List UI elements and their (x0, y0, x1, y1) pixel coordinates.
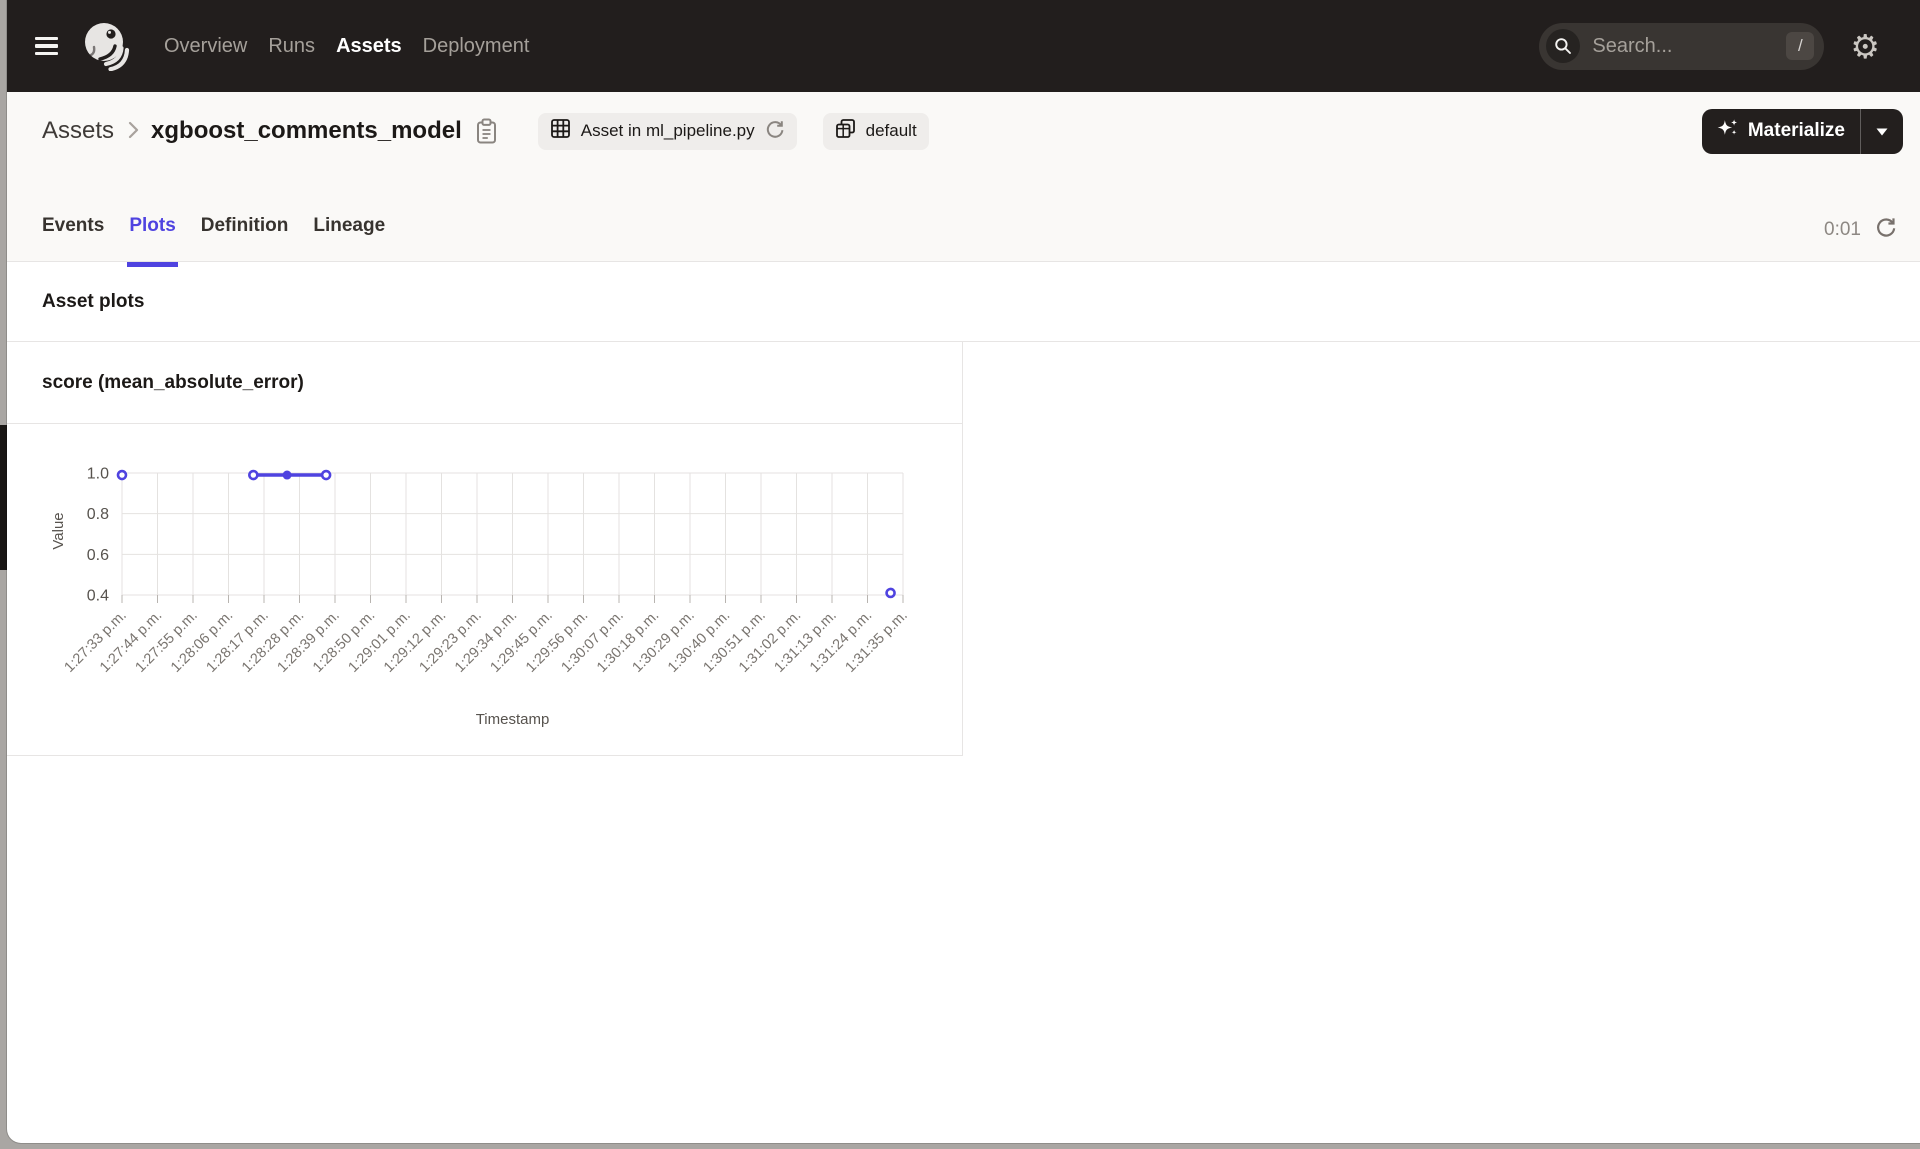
tab-events[interactable]: Events (42, 215, 104, 261)
breadcrumb-row: Assets xgboost_comments_model Asset in m… (7, 92, 1920, 170)
sparkles-icon (1716, 117, 1739, 146)
plot-title: score (mean_absolute_error) (42, 371, 304, 393)
caret-down-icon (1876, 124, 1888, 139)
svg-text:0.4: 0.4 (87, 588, 109, 605)
dagster-logo[interactable] (81, 21, 131, 72)
materialize-split-button: Materialize (1701, 108, 1903, 154)
top-nav: Overview Runs Assets Deployment Search..… (7, 0, 1920, 92)
app-window: Overview Runs Assets Deployment Search..… (7, 0, 1920, 1143)
breadcrumb-assets-link[interactable]: Assets (42, 117, 114, 145)
auto-refresh-timer: 0:01 (1824, 216, 1897, 261)
asset-group-icon (835, 118, 856, 144)
search-shortcut-badge: / (1786, 32, 1815, 60)
plot-card: score (mean_absolute_error) 1.0 0.8 0.6 0.4… (7, 342, 963, 756)
section-title: Asset plots (42, 290, 145, 312)
group-badge[interactable]: default (822, 112, 929, 150)
reload-location-icon[interactable] (765, 119, 785, 144)
svg-text:1.0: 1.0 (87, 466, 109, 483)
copy-asset-name-icon[interactable] (475, 118, 498, 145)
settings-gear-icon[interactable]: ⚙ (1850, 30, 1880, 63)
asset-plots-section-header: Asset plots (7, 262, 1920, 342)
tab-plots[interactable]: Plots (127, 215, 179, 267)
asset-plot: 1.00.80.60.41:27:33 p.m.1:27:44 p.m.1:27… (50, 466, 911, 729)
search-icon (1546, 29, 1581, 63)
plot-card-header: score (mean_absolute_error) (7, 342, 962, 424)
asset-table-icon (550, 118, 571, 144)
search-input[interactable]: Search... / (1539, 22, 1825, 70)
code-location-label: Asset in ml_pipeline.py (580, 121, 755, 140)
chevron-right-icon (128, 121, 139, 144)
menu-icon[interactable] (35, 37, 58, 55)
nav-runs[interactable]: Runs (268, 31, 315, 62)
search-placeholder: Search... (1592, 34, 1673, 57)
nav-assets[interactable]: Assets (336, 31, 402, 62)
svg-text:0.6: 0.6 (87, 547, 109, 564)
screen: Overview Runs Assets Deployment Search..… (0, 0, 1920, 1149)
background-window-sliver (0, 425, 7, 570)
group-label: default (865, 121, 917, 140)
materialize-button[interactable]: Materialize (1702, 108, 1861, 154)
svg-text:0.8: 0.8 (87, 506, 109, 523)
nav-overview[interactable]: Overview (164, 31, 247, 62)
refresh-countdown: 0:01 (1824, 218, 1861, 240)
asset-tabs: Events Plots Definition Lineage (42, 215, 385, 267)
materialize-dropdown-button[interactable] (1861, 109, 1903, 154)
asset-tabs-row: Events Plots Definition Lineage 0:01 (7, 170, 1920, 267)
code-location-badge[interactable]: Asset in ml_pipeline.py (537, 112, 797, 150)
nav-deployment[interactable]: Deployment (423, 31, 530, 62)
main-nav: Overview Runs Assets Deployment (164, 31, 550, 62)
svg-text:Timestamp: Timestamp (476, 711, 550, 728)
tab-definition[interactable]: Definition (201, 215, 289, 261)
svg-text:Value: Value (50, 512, 67, 549)
materialize-label: Materialize (1747, 120, 1845, 141)
tab-lineage[interactable]: Lineage (313, 215, 385, 261)
page-title: xgboost_comments_model (151, 117, 462, 144)
refresh-icon[interactable] (1875, 216, 1897, 243)
